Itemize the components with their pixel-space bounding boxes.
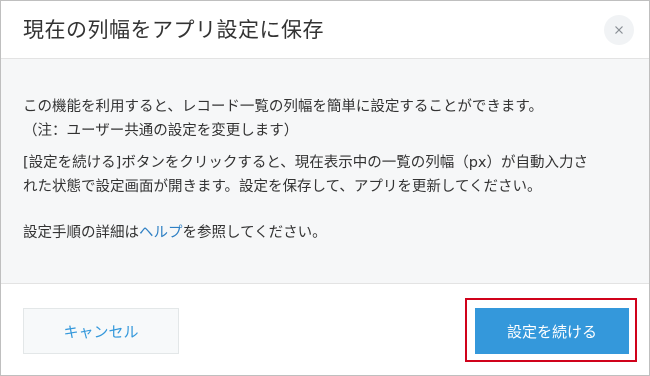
close-icon	[614, 25, 624, 35]
close-button[interactable]	[604, 15, 634, 45]
continue-settings-button[interactable]: 設定を続ける	[475, 308, 629, 354]
description-line: この機能を利用すると、レコード一覧の列幅を簡単に設定することができます。	[23, 99, 543, 115]
dialog-header: 現在の列幅をアプリ設定に保存	[1, 1, 649, 59]
cancel-button[interactable]: キャンセル	[23, 308, 179, 354]
cancel-button-label: キャンセル	[63, 322, 139, 341]
dialog-title: 現在の列幅をアプリ設定に保存	[23, 18, 324, 42]
help-link[interactable]: ヘルプ	[139, 225, 183, 241]
dialog-footer: キャンセル 設定を続ける	[1, 284, 649, 375]
note-line: （注：ユーザー共通の設定を変更します）	[23, 123, 299, 139]
instruction-paragraph: [設定を続ける]ボタンをクリックすると、現在表示中の一覧の列幅（px）が自動入力…	[23, 151, 588, 199]
help-prefix-text: 設定手順の詳細は	[23, 225, 139, 241]
help-suffix-text: を参照してください。	[182, 225, 327, 241]
instruction-line: れた状態で設定画面が開きます。設定を保存して、アプリを更新してください。	[23, 179, 542, 195]
instruction-line: [設定を続ける]ボタンをクリックすると、現在表示中の一覧の列幅（px）が自動入力…	[23, 155, 589, 171]
continue-button-label: 設定を続ける	[506, 322, 597, 341]
dialog: 現在の列幅をアプリ設定に保存 この機能を利用すると、レコード一覧の列幅を簡単に設…	[0, 0, 650, 376]
dialog-body: この機能を利用すると、レコード一覧の列幅を簡単に設定することができます。 （注：…	[1, 59, 649, 284]
description-paragraph: この機能を利用すると、レコード一覧の列幅を簡単に設定することができます。 （注：…	[23, 95, 543, 143]
help-paragraph: 設定手順の詳細はヘルプを参照してください。	[23, 221, 327, 245]
